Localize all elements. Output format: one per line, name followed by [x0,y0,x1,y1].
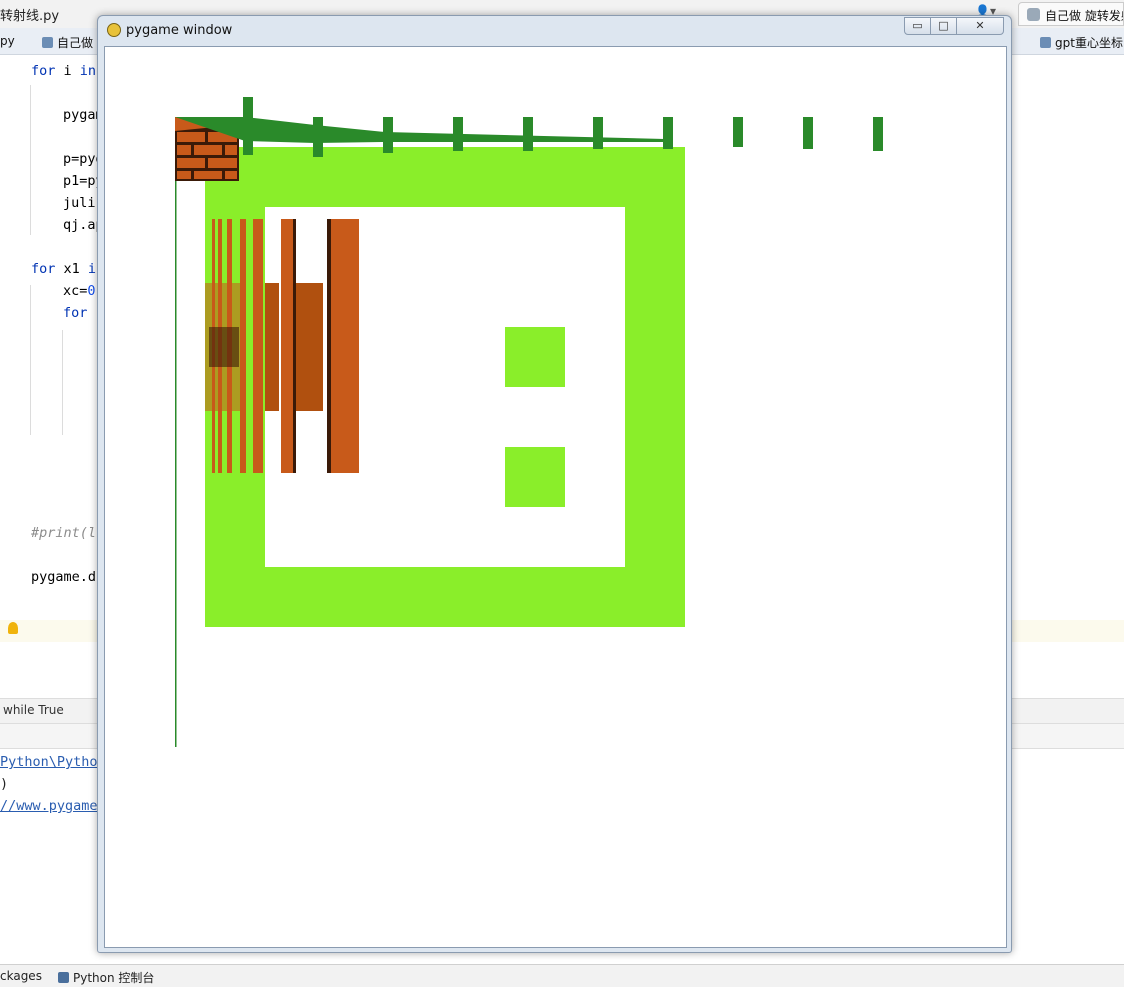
ide-file-title: 转射线.py [0,9,60,24]
editor-tab-2[interactable]: 自己做 [42,34,93,51]
green-block-lower [505,447,565,507]
pygame-snake-icon [107,23,121,37]
raycast-render [175,97,883,747]
pygame-window-title: pygame window [126,23,233,38]
breadcrumb-item[interactable]: while True [3,703,64,717]
minimize-button[interactable]: ▭ [904,17,931,35]
close-button[interactable]: ✕ [956,17,1004,35]
indent-guide [30,285,31,435]
bottom-tool-bar: ckages Python 控制台 [0,964,1124,987]
console-link[interactable]: //www.pygame [0,798,98,814]
python-console-tab[interactable]: Python 控制台 [58,969,154,986]
pygame-title-bar[interactable]: pygame window ▭ □ ✕ [98,16,1011,45]
packages-tab[interactable]: ckages [0,969,42,983]
browser-tab[interactable]: 自己做 旋转发射 [1018,2,1124,26]
code-line[interactable]: for i in [31,63,96,79]
code-line[interactable]: xc=0 [63,283,96,299]
tab-favicon-icon [42,37,53,48]
maximize-button[interactable]: □ [930,17,957,35]
browser-tab-favicon-icon [1027,8,1040,21]
green-block-upper [505,327,565,387]
wall-strips [205,219,359,473]
tab-favicon-icon [1040,37,1051,48]
editor-tab-1[interactable]: py [0,34,15,48]
code-line[interactable]: pygame.d [31,569,96,585]
console-link[interactable]: Python\Pytho [0,754,98,770]
browser-tab-label: 自己做 旋转发射 [1045,9,1123,23]
code-line[interactable]: #print(l [31,525,96,541]
python-icon [58,972,69,983]
pygame-window[interactable]: pygame window ▭ □ ✕ [97,15,1012,953]
console-line: ) [0,776,9,792]
pygame-canvas[interactable] [104,46,1007,948]
code-line[interactable]: for [63,305,96,321]
code-line[interactable]: for x1 in [31,261,104,277]
code-line[interactable]: juli [63,195,96,211]
indent-guide [30,85,31,235]
boundary-line [175,117,177,747]
editor-tab-3[interactable]: gpt重心坐标 [1040,34,1123,51]
indent-guide [62,330,63,435]
lightbulb-icon[interactable] [8,622,18,634]
